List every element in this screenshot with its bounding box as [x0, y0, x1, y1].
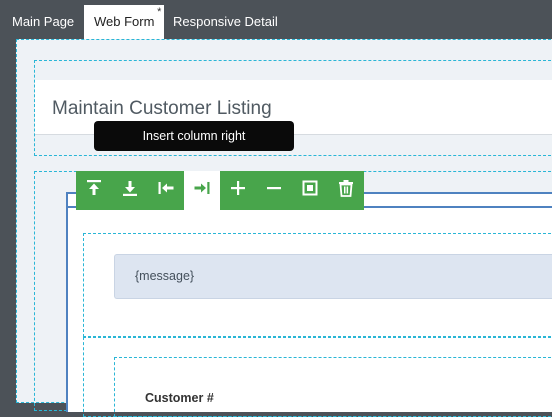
- minus-icon: [265, 179, 283, 202]
- layout-toolbar: [76, 171, 364, 210]
- insert-column-left-icon: [157, 179, 175, 202]
- tab-label: Web Form: [94, 14, 155, 29]
- tab-web-form[interactable]: Web Form *: [84, 5, 165, 39]
- move-to-bottom-icon: [121, 179, 139, 202]
- tab-label: Main Page: [12, 14, 75, 29]
- add-button[interactable]: [220, 171, 256, 210]
- delete-button[interactable]: [328, 171, 364, 210]
- move-to-top-button[interactable]: [76, 171, 112, 210]
- insert-column-left-button[interactable]: [148, 171, 184, 210]
- tooltip: Insert column right: [94, 121, 294, 151]
- trash-icon: [337, 179, 355, 202]
- insert-column-right-button[interactable]: [184, 171, 220, 210]
- tab-bar: Main Page Web Form * Responsive Detail: [0, 0, 552, 39]
- message-placeholder: {message}: [135, 269, 195, 283]
- move-to-bottom-button[interactable]: [112, 171, 148, 210]
- tab-responsive-detail[interactable]: Responsive Detail: [173, 5, 278, 39]
- unsaved-indicator: *: [157, 6, 162, 18]
- page-title: Maintain Customer Listing: [52, 98, 272, 119]
- select-container-icon: [301, 179, 319, 202]
- select-container-button[interactable]: [292, 171, 328, 210]
- tab-main-page[interactable]: Main Page: [12, 5, 74, 39]
- tab-label: Responsive Detail: [173, 14, 278, 29]
- move-to-top-icon: [85, 179, 103, 202]
- remove-button[interactable]: [256, 171, 292, 210]
- plus-icon: [229, 179, 247, 202]
- insert-column-right-icon: [193, 179, 211, 202]
- left-gutter: [0, 39, 16, 403]
- message-box[interactable]: {message}: [114, 254, 552, 299]
- field-cell-guide: [114, 357, 552, 417]
